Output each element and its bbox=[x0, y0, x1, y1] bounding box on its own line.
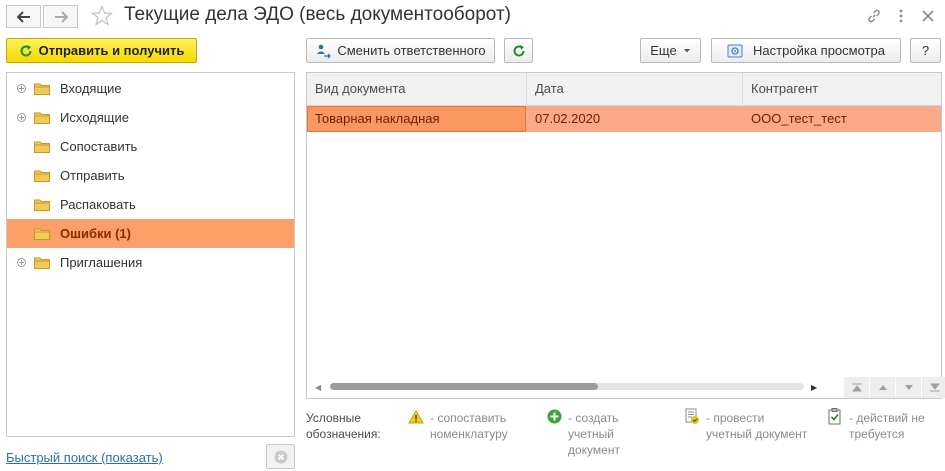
change-responsible-button[interactable]: Сменить ответственного bbox=[306, 38, 495, 63]
view-settings-label: Настройка просмотра bbox=[753, 43, 885, 58]
folder-icon bbox=[34, 257, 50, 269]
tree-item-label: Сопоставить bbox=[60, 139, 138, 154]
horizontal-scroll-thumb[interactable] bbox=[330, 383, 598, 390]
tree-item-label: Распаковать bbox=[60, 197, 136, 212]
column-header-counterparty[interactable]: Контрагент bbox=[743, 73, 941, 105]
folder-icon bbox=[34, 170, 50, 182]
change-user-icon bbox=[317, 44, 332, 58]
cell-document-type[interactable]: Товарная накладная bbox=[307, 106, 526, 132]
double-down-icon bbox=[929, 383, 940, 392]
arrow-left-icon bbox=[16, 10, 30, 23]
forward-button[interactable] bbox=[43, 5, 78, 28]
documents-table[interactable]: Вид документа Дата Контрагент Товарная н… bbox=[306, 72, 945, 399]
folder-icon bbox=[34, 83, 50, 95]
link-icon[interactable] bbox=[866, 8, 882, 24]
tree-item[interactable]: Сопоставить bbox=[7, 132, 294, 161]
tree-item[interactable]: Ошибки (1) bbox=[7, 219, 294, 248]
clipboard-check-icon bbox=[828, 408, 841, 425]
clear-icon bbox=[274, 450, 287, 463]
more-label: Еще bbox=[650, 43, 677, 58]
more-button[interactable]: Еще bbox=[640, 38, 701, 63]
refresh-button[interactable] bbox=[504, 38, 533, 63]
expand-icon[interactable] bbox=[17, 113, 26, 122]
help-label: ? bbox=[921, 43, 930, 58]
expand-icon[interactable] bbox=[17, 258, 26, 267]
chevron-down-icon bbox=[683, 48, 690, 52]
view-settings-icon bbox=[727, 44, 743, 57]
help-button[interactable]: ? bbox=[910, 38, 941, 63]
scroll-down-button[interactable] bbox=[895, 377, 921, 398]
table-header: Вид документа Дата Контрагент bbox=[307, 73, 941, 106]
tree-item-label: Исходящие bbox=[60, 110, 129, 125]
back-button[interactable] bbox=[6, 5, 41, 28]
send-receive-button[interactable]: Отправить и получить bbox=[6, 38, 197, 63]
warning-icon bbox=[408, 410, 424, 424]
tree-item-label: Входящие bbox=[60, 81, 122, 96]
post-document-icon bbox=[685, 408, 699, 424]
scroll-left-arrow[interactable]: ◀ bbox=[315, 383, 321, 392]
more-vertical-icon[interactable] bbox=[893, 8, 909, 24]
legend-title: Условные обозначения: bbox=[306, 411, 381, 441]
tree-item[interactable]: Отправить bbox=[7, 161, 294, 190]
scroll-to-bottom-button[interactable] bbox=[921, 377, 945, 398]
tree-item[interactable]: Распаковать bbox=[7, 190, 294, 219]
legend-item-match: - сопоставить номенклатуру bbox=[430, 411, 508, 441]
folder-icon bbox=[34, 228, 50, 240]
legend-item-post: - провести учетный документ bbox=[706, 411, 808, 441]
change-responsible-label: Сменить ответственного bbox=[337, 43, 486, 58]
quick-search-link[interactable]: Быстрый поиск (показать) bbox=[6, 450, 163, 465]
folder-icon bbox=[34, 112, 50, 124]
triangle-down-icon bbox=[904, 385, 913, 390]
table-row[interactable]: Товарная накладная 07.02.2020 ООО_тест_т… bbox=[307, 106, 941, 132]
close-icon[interactable] bbox=[920, 8, 936, 24]
legend-item-create: - создать учетный документ bbox=[568, 411, 620, 457]
tree-item[interactable]: Входящие bbox=[7, 74, 294, 103]
tree-item-label: Приглашения bbox=[60, 255, 143, 270]
scroll-right-arrow[interactable]: ▶ bbox=[811, 383, 817, 392]
column-header-date[interactable]: Дата bbox=[527, 73, 743, 105]
tree-item[interactable]: Исходящие bbox=[7, 103, 294, 132]
scroll-to-top-button[interactable] bbox=[843, 377, 869, 398]
tree-item-label: Ошибки (1) bbox=[60, 226, 131, 241]
triangle-up-icon bbox=[878, 385, 887, 390]
cell-counterparty[interactable]: ООО_тест_тест bbox=[743, 106, 941, 132]
folder-icon bbox=[34, 199, 50, 211]
expand-icon[interactable] bbox=[17, 84, 26, 93]
double-up-icon bbox=[851, 383, 862, 392]
folder-tree[interactable]: Входящие Исходящие Сопоставить Отправить Рас… bbox=[6, 72, 295, 437]
tree-item[interactable]: Приглашения bbox=[7, 248, 294, 277]
clear-search-button[interactable] bbox=[266, 444, 295, 469]
folder-icon bbox=[34, 141, 50, 153]
scroll-up-button[interactable] bbox=[869, 377, 895, 398]
refresh-icon bbox=[20, 44, 32, 57]
column-header-document-type[interactable]: Вид документа bbox=[307, 73, 527, 105]
favorite-star-icon[interactable] bbox=[91, 5, 113, 27]
send-receive-label: Отправить и получить bbox=[38, 43, 185, 58]
view-settings-button[interactable]: Настройка просмотра bbox=[711, 38, 901, 63]
page-title: Текущие дела ЭДО (весь документооборот) bbox=[124, 4, 511, 25]
plus-circle-icon bbox=[547, 409, 562, 424]
tree-item-label: Отправить bbox=[60, 168, 125, 183]
legend-item-no-action: - действий не требуется bbox=[849, 411, 925, 441]
refresh-icon bbox=[513, 44, 525, 57]
cell-date[interactable]: 07.02.2020 bbox=[527, 106, 743, 132]
arrow-right-icon bbox=[54, 10, 68, 23]
